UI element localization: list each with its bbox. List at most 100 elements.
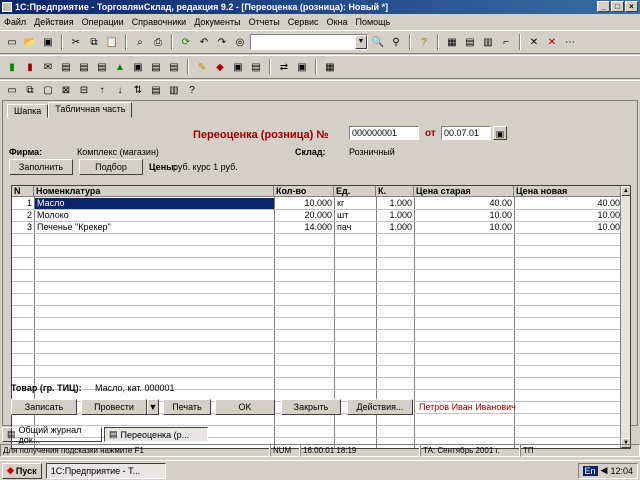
list-icon[interactable]: ▤ [248,59,264,75]
menu-service[interactable]: Сервис [288,17,319,27]
taskbar-item-1c[interactable]: 1С:Предприятие - Т... [45,462,166,479]
paste-icon[interactable]: 📋 [104,34,120,50]
post-button[interactable]: Провести [81,399,147,415]
minimize-button[interactable]: _ [597,1,610,12]
fill-button[interactable]: Заполнить [9,159,73,175]
binoculars-icon[interactable]: ◎ [232,34,248,50]
post-menu-button[interactable]: ▼ [147,399,159,415]
row-old-price[interactable]: 10.00 [414,210,512,221]
move-up-icon[interactable]: ↑ [94,83,110,99]
calculator-icon[interactable]: ▤ [462,34,478,50]
exchange-icon[interactable]: ⇄ [276,59,292,75]
document-date-field[interactable]: 00.07.01 [441,126,491,140]
actions-button[interactable]: Действия... [347,399,413,415]
delete-row-icon[interactable]: ⊠ [58,83,74,99]
payment-icon[interactable]: ✉ [40,59,56,75]
tag-icon[interactable]: ◆ [212,59,228,75]
open-icon[interactable]: 📂 [22,34,38,50]
search-combo[interactable]: ▼ [250,34,368,50]
row-qty[interactable]: 14.000 [274,222,332,233]
document-number-field[interactable]: 000000001 [349,126,419,140]
menu-reports[interactable]: Отчеты [249,17,280,27]
row-k[interactable]: 1.000 [376,210,412,221]
column-header-unit[interactable]: Ед. [334,186,376,197]
row-unit[interactable]: пач [337,222,375,233]
price-icon[interactable]: ▣ [230,59,246,75]
close-form-button[interactable]: Закрыть [281,399,341,415]
calendar-picker-button[interactable]: ▣ [493,126,507,140]
menu-help[interactable]: Помощь [355,17,390,27]
row-new-price[interactable]: 10.00 [514,210,620,221]
mark-icon[interactable]: ✕ [526,34,542,50]
copy-row-icon[interactable]: ⧉ [22,83,38,99]
add-row-icon[interactable]: ▭ [4,83,20,99]
chevron-down-icon[interactable]: ▼ [355,35,367,49]
scroll-up-icon[interactable]: ▲ [621,186,630,196]
report-icon[interactable]: ▤ [148,59,164,75]
ok-button[interactable]: OK [215,399,275,415]
row-old-price[interactable]: 10.00 [414,222,512,233]
menu-catalogs[interactable]: Справочники [132,17,187,27]
row-k[interactable]: 1.000 [376,222,412,233]
menu-documents[interactable]: Документы [194,17,240,27]
maximize-button[interactable]: □ [611,1,624,12]
receipt-icon[interactable]: ▤ [76,59,92,75]
copy-icon[interactable]: ⧉ [86,34,102,50]
language-indicator[interactable]: En [582,465,598,476]
row-new-price[interactable]: 40.00 [514,198,620,209]
menu-file[interactable]: Файл [4,17,26,27]
menu-actions[interactable]: Действия [34,17,73,27]
column-header-name[interactable]: Номенклатура [34,186,274,197]
row-qty[interactable]: 10.000 [274,198,332,209]
start-button[interactable]: ◆ Пуск [2,462,42,479]
table-icon[interactable]: ▥ [480,34,496,50]
vertical-scrollbar[interactable]: ▲ ▼ [620,186,630,448]
new-icon[interactable]: ▭ [4,34,20,50]
row-k[interactable]: 1.000 [376,198,412,209]
speaker-icon[interactable]: ◀ [601,465,608,476]
warning-icon[interactable]: ▲ [112,59,128,75]
print-icon[interactable]: ⎙ [150,34,166,50]
redo-icon[interactable]: ↷ [214,34,230,50]
window-tab-revaluation[interactable]: ▤ Переоценка (р... [104,427,208,442]
invoice-icon[interactable]: ▮ [22,59,38,75]
bookmark-icon[interactable]: ⌐ [498,34,514,50]
pencil-icon[interactable]: ✎ [194,59,210,75]
column-header-k[interactable]: К. [376,186,414,197]
sort-icon[interactable]: ⇅ [130,83,146,99]
row-name[interactable]: Печенье "Крекер" [37,222,274,233]
more-icon[interactable]: ⋯ [562,34,578,50]
find-next-icon[interactable]: ⚲ [388,34,404,50]
save-icon[interactable]: ▣ [40,34,56,50]
menu-operations[interactable]: Операции [82,17,124,27]
row-qty[interactable]: 20.000 [274,210,332,221]
grid-icon[interactable]: ▦ [322,59,338,75]
close-button[interactable]: × [625,1,638,12]
window-tab-journal[interactable]: ▤ Общий журнал док... [2,425,102,445]
tab-table-part[interactable]: Табличная часть [48,102,133,118]
refresh-icon[interactable]: ⟳ [178,34,194,50]
row-name[interactable]: Масло [35,198,274,209]
save-button[interactable]: Записать [11,399,77,415]
calendar-icon[interactable]: ▦ [444,34,460,50]
row-old-price[interactable]: 40.00 [414,198,512,209]
column-header-n[interactable]: N [12,186,34,197]
select-button[interactable]: Подбор [79,159,143,175]
journal-icon[interactable]: ▮ [4,59,20,75]
column-header-old-price[interactable]: Цена старая [414,186,514,197]
column-header-new-price[interactable]: Цена новая [514,186,622,197]
print-button[interactable]: Печать [163,399,211,415]
row-new-price[interactable]: 10.00 [514,222,620,233]
undo-icon[interactable]: ↶ [196,34,212,50]
expense-icon[interactable]: ▤ [94,59,110,75]
row-unit[interactable]: шт [337,210,375,221]
row-name[interactable]: Молоко [37,210,274,221]
menu-windows[interactable]: Окна [327,17,348,27]
delete-icon[interactable]: ✕ [544,34,560,50]
document-icon[interactable]: ▤ [166,59,182,75]
help-icon[interactable]: ? [416,34,432,50]
find-icon[interactable]: 🔍 [370,34,386,50]
move-down-icon[interactable]: ↓ [112,83,128,99]
tab-header[interactable]: Шапка [7,104,49,118]
mark-row-icon[interactable]: ⊟ [76,83,92,99]
